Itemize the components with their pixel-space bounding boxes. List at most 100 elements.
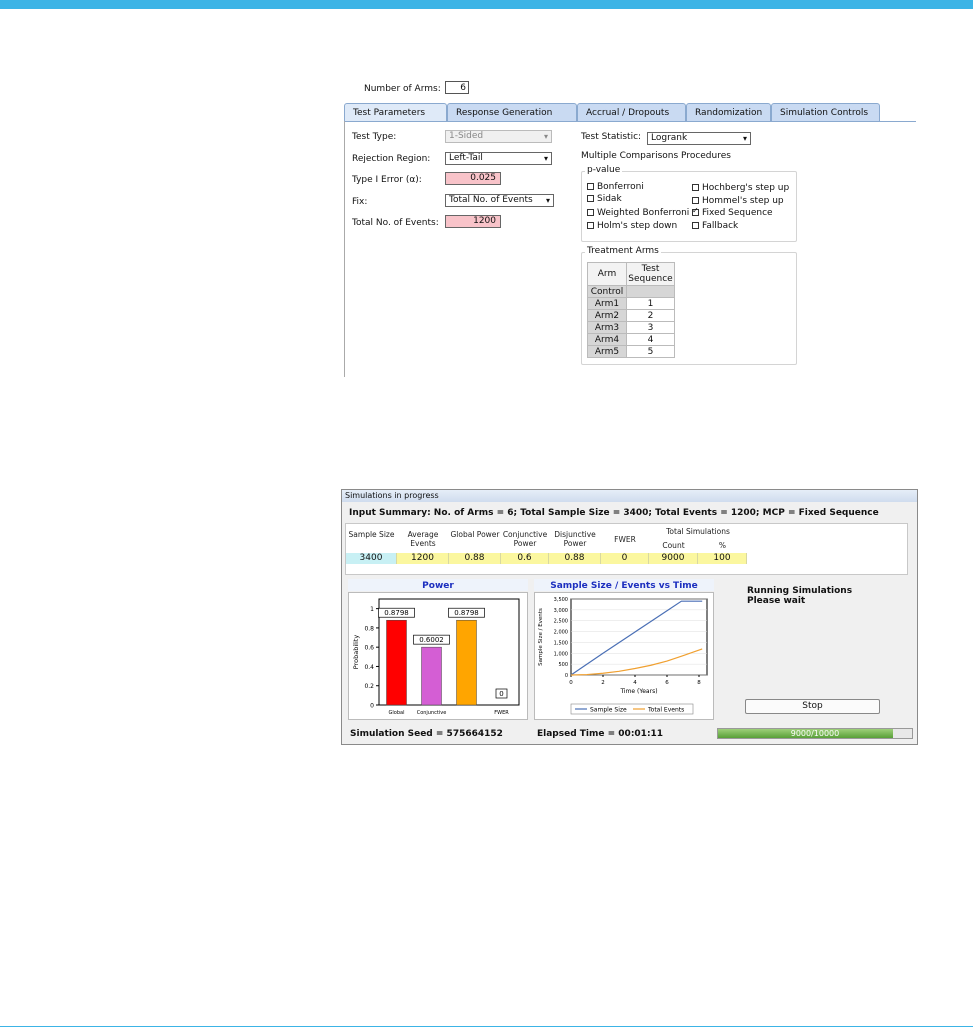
total-events-label: Total No. of Events: bbox=[352, 218, 439, 228]
table-row: Arm4 4 bbox=[587, 333, 675, 346]
tab-accrual-dropouts[interactable]: Accrual / Dropouts bbox=[577, 103, 686, 121]
y-tick-label: 1,000 bbox=[554, 651, 568, 657]
category-label: Global bbox=[389, 710, 405, 716]
sample-chart-title: Sample Size / Events vs Time bbox=[550, 581, 698, 591]
rejection-region-label: Rejection Region: bbox=[352, 154, 431, 164]
legend-label: Total Events bbox=[647, 707, 684, 714]
y-axis-label: Sample Size / Events bbox=[538, 608, 544, 666]
sample-chart-box: 0 500 1,000 1,500 2,000 2,500 3,000 3,500 0 2 4 6 8 T… bbox=[534, 592, 714, 720]
weighted-bonferroni-option[interactable]: Weighted Bonferroni bbox=[587, 208, 689, 218]
power-chart-box: 0 0.2 0.4 0.6 0.8 1 Probability 0.8798 Global 0.6… bbox=[348, 592, 528, 720]
arm-sequence bbox=[626, 285, 675, 298]
test-type-label: Test Type: bbox=[352, 132, 397, 142]
hommel-label: Hommel's step up bbox=[702, 196, 784, 206]
hochberg-option[interactable]: Hochberg's step up bbox=[692, 183, 789, 193]
test-statistic-label: Test Statistic: bbox=[581, 132, 642, 142]
hommel-checkbox[interactable] bbox=[692, 197, 699, 204]
x-tick-label: 8 bbox=[697, 680, 701, 686]
holm-option[interactable]: Holm's step down bbox=[587, 221, 677, 231]
sequence-column-header: Test Sequence bbox=[626, 262, 675, 286]
arm-name: Arm3 bbox=[587, 321, 627, 334]
holm-checkbox[interactable] bbox=[587, 222, 594, 229]
y-tick-label: 1,500 bbox=[554, 640, 568, 646]
progress-text: 9000/10000 bbox=[790, 729, 840, 738]
simulation-window-title: Simulations in progress bbox=[342, 490, 917, 502]
y-tick-label: 2,500 bbox=[554, 619, 568, 625]
global-power-header: Global Power bbox=[450, 530, 500, 539]
fallback-option[interactable]: Fallback bbox=[692, 221, 738, 231]
total-events-input[interactable]: 1200 bbox=[445, 215, 501, 228]
arm-column-header: Arm bbox=[587, 262, 627, 286]
category-label: Conjunctive bbox=[417, 710, 447, 716]
table-row: Arm2 2 bbox=[587, 309, 675, 322]
sample-size-value: 3400 bbox=[346, 553, 397, 564]
arm-sequence[interactable]: 3 bbox=[626, 321, 675, 334]
fwer-header: FWER bbox=[614, 535, 636, 544]
tab-test-parameters[interactable]: Test Parameters bbox=[344, 103, 447, 121]
average-events-header: Average Events bbox=[407, 530, 439, 548]
arm-sequence[interactable]: 5 bbox=[626, 345, 675, 358]
input-summary: Input Summary: No. of Arms = 6; Total Sa… bbox=[349, 508, 879, 518]
y-tick-label: 3,000 bbox=[554, 608, 568, 614]
arm-name: Control bbox=[587, 285, 627, 298]
fixed-sequence-checkbox[interactable] bbox=[692, 206, 699, 216]
table-row: Arm1 1 bbox=[587, 297, 675, 310]
x-axis-label: Time (Years) bbox=[619, 688, 657, 695]
bonferroni-label: Bonferroni bbox=[597, 182, 644, 192]
arm-sequence[interactable]: 4 bbox=[626, 333, 675, 346]
x-tick-label: 2 bbox=[601, 680, 605, 686]
summary-table: Sample Size Average Events Global Power … bbox=[345, 523, 908, 575]
hommel-option[interactable]: Hommel's step up bbox=[692, 196, 784, 206]
fix-label: Fix: bbox=[352, 197, 368, 207]
tab-simulation-controls[interactable]: Simulation Controls bbox=[771, 103, 880, 121]
test-type-select[interactable]: 1-Sided bbox=[445, 130, 552, 143]
bonferroni-option[interactable]: Bonferroni bbox=[587, 182, 644, 192]
y-tick-label: 0.8 bbox=[364, 625, 374, 632]
disjunctive-power-value: 0.88 bbox=[549, 553, 601, 564]
type-i-error-input[interactable]: 0.025 bbox=[445, 172, 501, 185]
weighted-bonferroni-checkbox[interactable] bbox=[587, 209, 594, 216]
arm-name: Arm2 bbox=[587, 309, 627, 322]
arm-name: Arm1 bbox=[587, 297, 627, 310]
running-simulations-text: Running Simulations bbox=[747, 586, 853, 596]
global-power-value: 0.88 bbox=[449, 553, 501, 564]
y-tick-label: 0.6 bbox=[364, 645, 374, 652]
tab-randomization[interactable]: Randomization bbox=[686, 103, 771, 121]
arm-name: Arm5 bbox=[587, 345, 627, 358]
plot-area bbox=[570, 598, 708, 676]
fixed-sequence-option[interactable]: Fixed Sequence bbox=[692, 206, 773, 218]
data-label: 0.8798 bbox=[384, 609, 409, 617]
fallback-checkbox[interactable] bbox=[692, 222, 699, 229]
fwer-value: 0 bbox=[601, 553, 649, 564]
bar bbox=[421, 646, 442, 706]
simulation-seed: Simulation Seed = 575664152 bbox=[350, 729, 503, 739]
stop-button[interactable]: Stop bbox=[745, 699, 880, 714]
rejection-region-select[interactable]: Left-Tail bbox=[445, 152, 552, 165]
arm-sequence[interactable]: 1 bbox=[626, 297, 675, 310]
sidak-option[interactable]: Sidak bbox=[587, 194, 622, 204]
hochberg-checkbox[interactable] bbox=[692, 184, 699, 191]
legend-label: Sample Size bbox=[590, 707, 627, 714]
tab-underline bbox=[344, 121, 916, 122]
table-row: Arm5 5 bbox=[587, 345, 675, 358]
count-value: 9000 bbox=[649, 553, 698, 564]
arm-sequence[interactable]: 2 bbox=[626, 309, 675, 322]
treatment-arms-table: Arm Test Sequence Control Arm1 1 Arm2 2 Ar… bbox=[587, 262, 675, 358]
count-header: Count bbox=[662, 541, 685, 550]
weighted-bonferroni-label: Weighted Bonferroni bbox=[597, 208, 690, 218]
number-of-arms-input[interactable]: 6 bbox=[445, 81, 469, 94]
tab-response-generation[interactable]: Response Generation bbox=[447, 103, 577, 121]
fix-select[interactable]: Total No. of Events bbox=[445, 194, 554, 207]
p-value-group-title: p-value bbox=[585, 165, 623, 175]
test-statistic-select[interactable]: Logrank bbox=[647, 132, 751, 145]
total-simulations-header: Total Simulations bbox=[666, 527, 730, 536]
sidak-checkbox[interactable] bbox=[587, 195, 594, 202]
x-tick-label: 6 bbox=[665, 680, 669, 686]
top-accent-bar bbox=[0, 0, 973, 9]
hochberg-label: Hochberg's step up bbox=[702, 183, 790, 193]
please-wait-text: Please wait bbox=[747, 596, 806, 606]
y-axis-label: Probability bbox=[352, 635, 360, 670]
bonferroni-checkbox[interactable] bbox=[587, 183, 594, 190]
average-events-value: 1200 bbox=[397, 553, 449, 564]
x-tick-label: 4 bbox=[633, 680, 637, 686]
